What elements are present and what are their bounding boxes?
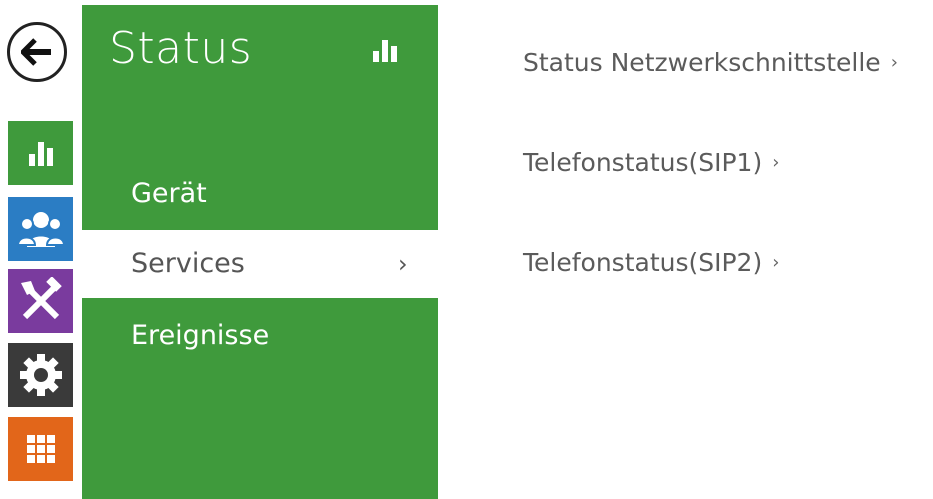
chevron-right-icon: ›: [890, 52, 898, 73]
tools-icon: [20, 277, 62, 320]
rail-directory[interactable]: [8, 197, 73, 261]
chevron-right-icon: ›: [772, 252, 780, 273]
menu-item-label: Gerät: [131, 178, 207, 209]
link-status-netzwerkschnittstelle[interactable]: Status Netzwerkschnittstelle ›: [523, 48, 898, 77]
menu-item-label: Services: [131, 248, 245, 279]
back-button[interactable]: [7, 22, 67, 82]
bar-chart-icon: [373, 40, 397, 62]
rail-system[interactable]: [8, 343, 73, 407]
link-telefonstatus-sip1[interactable]: Telefonstatus(SIP1) ›: [523, 148, 779, 177]
link-label: Telefonstatus(SIP2): [523, 248, 763, 277]
rail-hardware[interactable]: [8, 269, 73, 333]
menu-item-geraet[interactable]: Gerät: [82, 160, 438, 228]
gear-icon: [19, 354, 62, 396]
chevron-right-icon: ›: [772, 152, 780, 173]
link-label: Telefonstatus(SIP1): [523, 148, 763, 177]
rail-status[interactable]: [8, 121, 73, 185]
rail-services[interactable]: [8, 417, 73, 481]
link-label: Status Netzwerkschnittstelle: [523, 48, 881, 77]
bar-chart-icon: [28, 142, 53, 166]
menu-item-label: Ereignisse: [131, 320, 270, 351]
status-panel: Status Gerät Services › Ereignisse: [82, 5, 438, 499]
link-telefonstatus-sip2[interactable]: Telefonstatus(SIP2) ›: [523, 248, 779, 277]
users-icon: [17, 212, 64, 247]
grid-icon: [26, 435, 55, 463]
menu-item-services[interactable]: Services ›: [82, 230, 438, 298]
menu-item-ereignisse[interactable]: Ereignisse: [82, 302, 438, 370]
chevron-right-icon: ›: [398, 250, 408, 278]
panel-title: Status: [109, 23, 253, 74]
back-arrow-icon: [21, 38, 51, 66]
